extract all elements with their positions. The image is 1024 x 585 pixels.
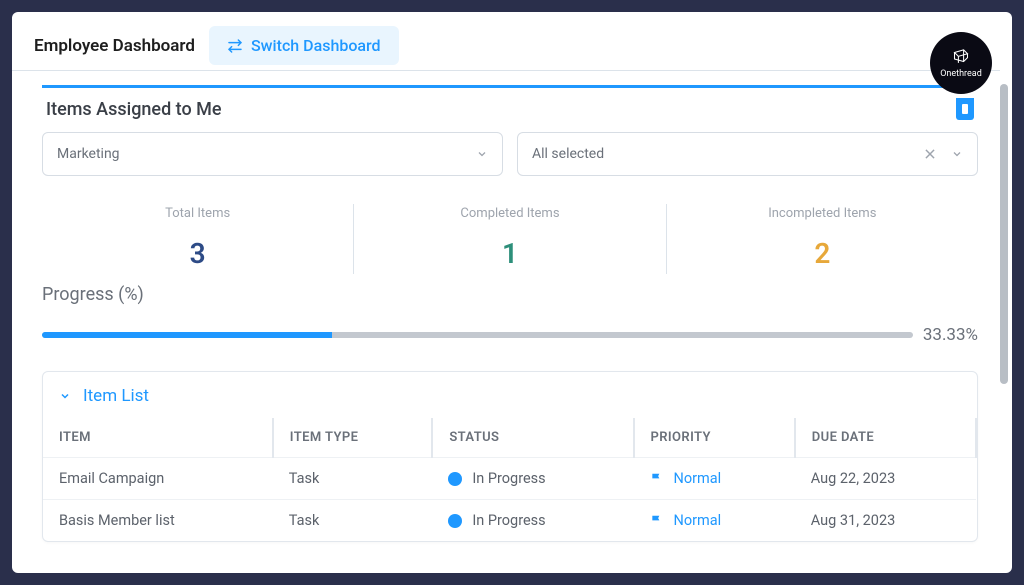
stats-row: Total Items 3 Completed Items 1 Incomple… [42,200,978,278]
status-dot-icon [448,514,462,528]
stat-total-value: 3 [42,237,353,270]
progress-label: Progress (%) [42,284,978,305]
cell-item: Basis Member list [43,500,273,542]
progress-percent: 33.33% [923,325,978,345]
progress-wrap: 33.33% [42,325,978,345]
stat-total-label: Total Items [42,206,353,221]
stat-completed-label: Completed Items [354,206,665,221]
widget-title: Items Assigned to Me [46,99,222,120]
cell-item-type: Task [273,458,433,500]
item-list-toggle[interactable]: Item List [43,386,977,418]
stat-incompleted-value: 2 [667,237,978,270]
item-table: ITEM ITEM TYPE STATUS PRIORITY DUE DATE … [43,418,977,541]
cell-priority: Normal [634,500,795,542]
chevron-down-icon [951,148,963,160]
chevron-down-icon [476,148,488,160]
scrollbar-thumb[interactable] [1000,84,1008,384]
flag-icon [650,514,664,528]
col-item: ITEM [43,418,273,458]
switch-dashboard-button[interactable]: Switch Dashboard [209,26,399,65]
header: Employee Dashboard Switch Dashboard [12,12,1012,75]
widget-bookmark-icon[interactable] [956,98,974,120]
col-item-type: ITEM TYPE [273,418,433,458]
brand-name: Onethread [940,69,982,79]
progress-bar [42,332,913,338]
cell-due-date: Aug 22, 2023 [795,458,976,500]
selection-dropdown-value: All selected [532,146,604,162]
stat-incompleted-label: Incompleted Items [667,206,978,221]
cell-status: In Progress [432,458,633,500]
app-frame: Onethread Employee Dashboard Switch Dash… [12,12,1012,573]
col-status: STATUS [432,418,633,458]
stat-total: Total Items 3 [42,200,353,278]
item-list-card: Item List ITEM ITEM TYPE STATUS PRIORITY… [42,371,978,542]
brand-logo-icon [948,47,974,67]
items-assigned-widget: Items Assigned to Me Marketing All selec… [42,85,978,542]
cell-item-type: Task [273,500,433,542]
cell-item: Email Campaign [43,458,273,500]
widget-titlebar: Items Assigned to Me [42,92,978,132]
progress-fill [42,332,332,338]
col-priority: PRIORITY [634,418,795,458]
flag-icon [650,472,664,486]
table-row[interactable]: Email CampaignTaskIn ProgressNormalAug 2… [43,458,976,500]
stat-completed-value: 1 [354,237,665,270]
switch-dashboard-label: Switch Dashboard [251,36,381,55]
status-dot-icon [448,472,462,486]
item-list-header-label: Item List [83,386,149,406]
content-scroll-area: Items Assigned to Me Marketing All selec… [12,70,1000,573]
table-header-row: ITEM ITEM TYPE STATUS PRIORITY DUE DATE [43,418,976,458]
selection-dropdown[interactable]: All selected [517,132,978,176]
filter-row: Marketing All selected [42,132,978,176]
col-due-date: DUE DATE [795,418,976,458]
cell-due-date: Aug 31, 2023 [795,500,976,542]
cell-priority: Normal [634,458,795,500]
vertical-scrollbar[interactable] [1000,84,1008,563]
stat-completed: Completed Items 1 [354,200,665,278]
category-dropdown[interactable]: Marketing [42,132,503,176]
table-row[interactable]: Basis Member listTaskIn ProgressNormalAu… [43,500,976,542]
clear-icon[interactable] [923,147,937,161]
chevron-down-icon [59,390,71,402]
swap-icon [227,38,243,54]
brand-badge: Onethread [930,32,992,94]
page-title: Employee Dashboard [34,36,195,56]
cell-status: In Progress [432,500,633,542]
category-dropdown-value: Marketing [57,146,120,162]
stat-incompleted: Incompleted Items 2 [667,200,978,278]
